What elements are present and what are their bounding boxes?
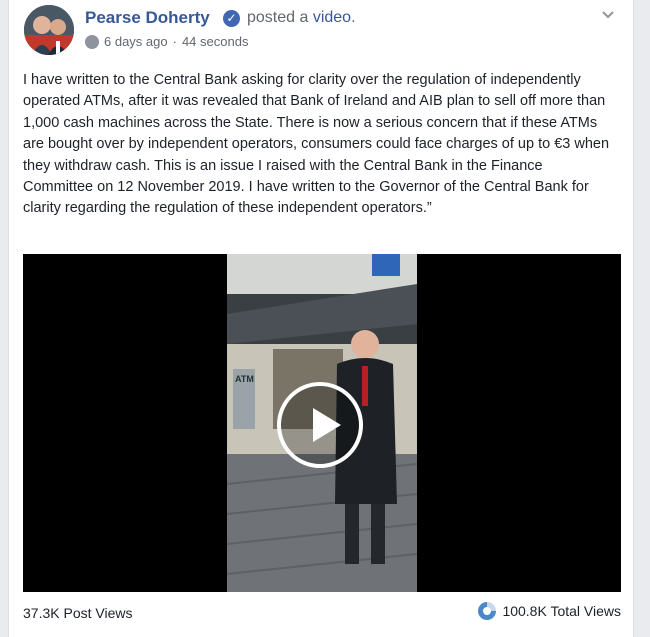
chevron-down-icon[interactable] (598, 6, 618, 26)
avatar-photo (24, 5, 74, 55)
globe-icon (85, 34, 99, 49)
post-time[interactable]: 6 days ago (104, 34, 168, 49)
video-duration: 44 seconds (181, 34, 249, 49)
post-meta: 6 days ago · 44 seconds (85, 34, 248, 49)
post-footer: 37.3K Post Views 100.8K Total Views (23, 596, 621, 630)
post-views: 37.3K Post Views (23, 605, 133, 621)
author-avatar[interactable] (24, 5, 74, 55)
video-link[interactable]: video (313, 9, 351, 26)
meta-separator: · (172, 34, 177, 49)
views-ring-icon (478, 602, 497, 620)
verified-badge-icon: ✓ (223, 10, 240, 27)
atm-sign: ATM (235, 374, 254, 384)
author-name[interactable]: Pearse Doherty (85, 8, 210, 28)
total-views: 100.8K Total Views (478, 602, 621, 620)
post-action: posted a video. (247, 9, 356, 27)
post-card: Pearse Doherty ✓ posted a video. 6 days … (8, 0, 634, 637)
post-text: I have written to the Central Bank askin… (23, 72, 610, 217)
post-action-suffix: . (351, 9, 356, 26)
total-views-label: 100.8K Total Views (502, 603, 621, 619)
post-action-prefix: posted a (247, 9, 313, 26)
video-player[interactable]: ATM (23, 254, 621, 592)
play-button-icon[interactable] (277, 382, 363, 468)
